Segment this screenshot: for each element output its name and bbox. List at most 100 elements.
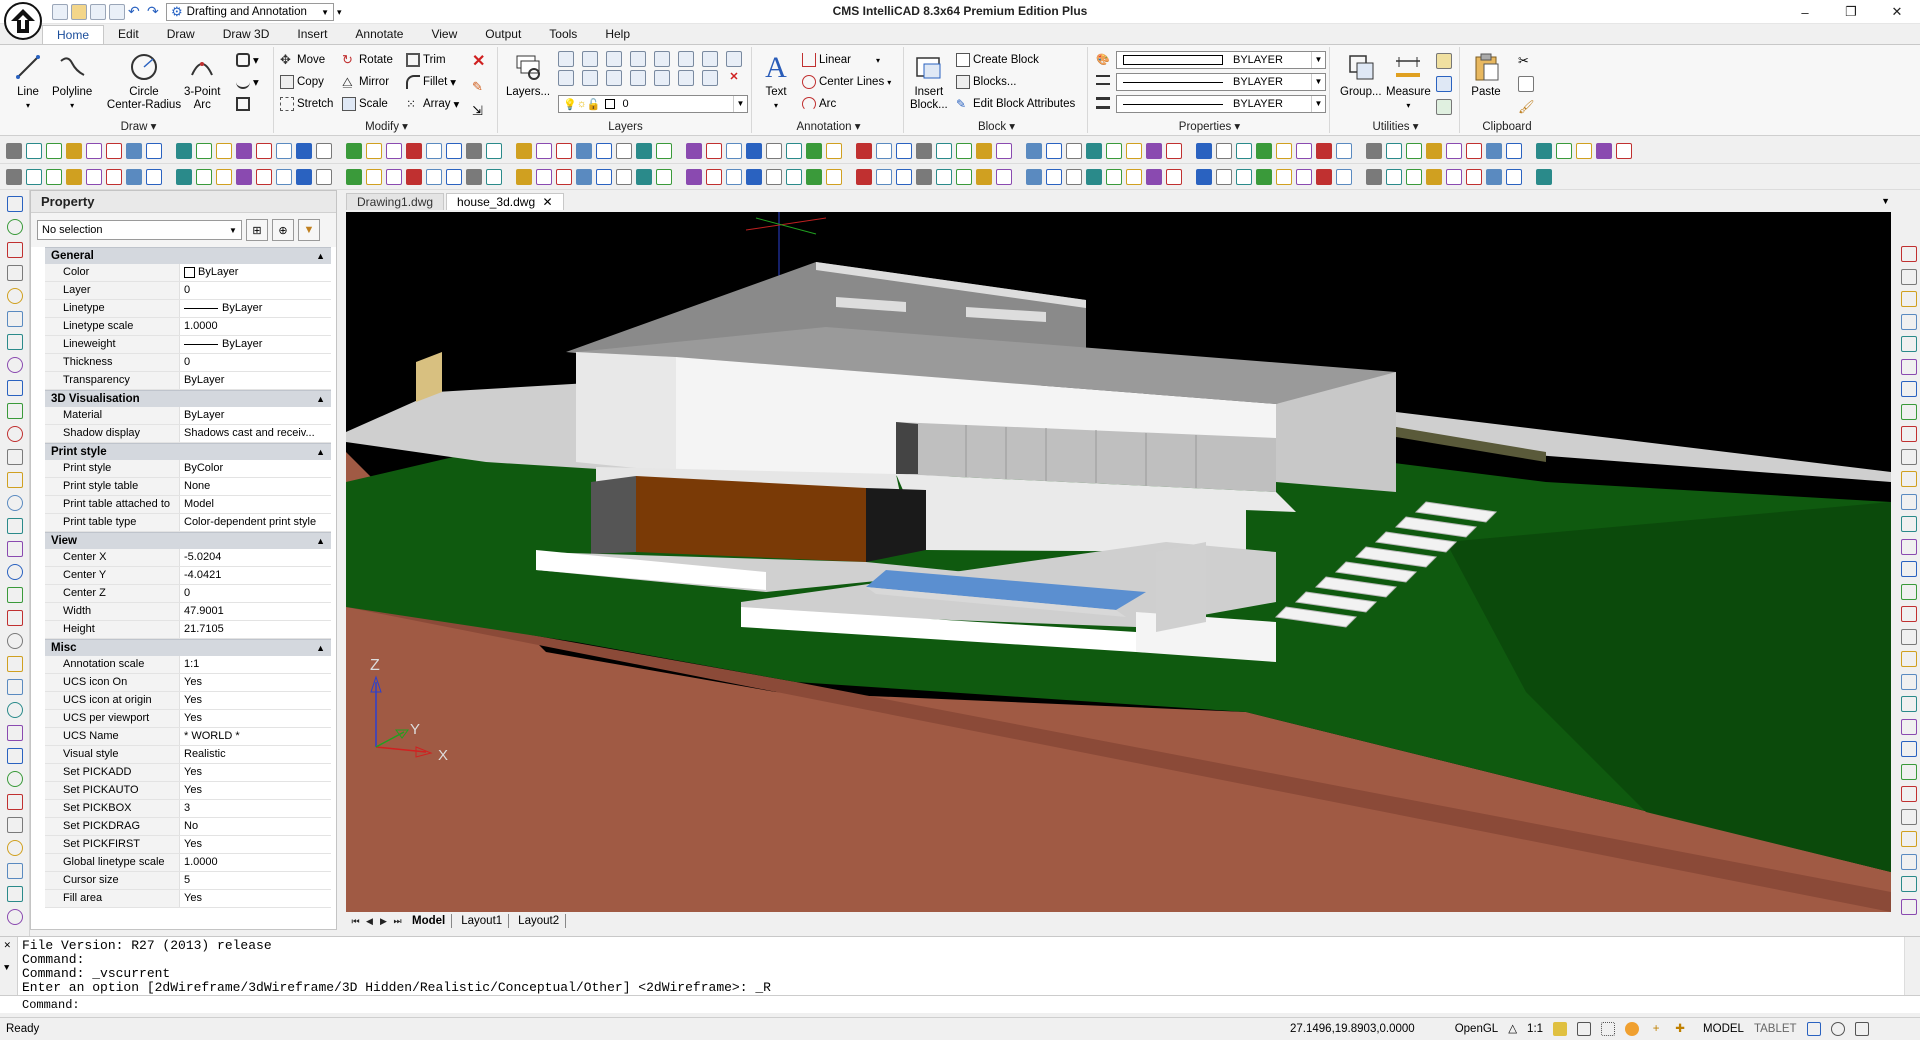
property-value[interactable]: 5 [180, 872, 331, 889]
block-icon[interactable] [1406, 168, 1422, 185]
dim-aligned-icon[interactable] [976, 168, 992, 185]
property-value[interactable]: Yes [180, 674, 331, 691]
zoom-icon[interactable] [1506, 168, 1522, 185]
property-row[interactable]: Global linetype scale 1.0000 [45, 854, 331, 872]
sphere-icon[interactable] [86, 142, 102, 159]
property-row[interactable]: Set PICKDRAG No [45, 818, 331, 836]
wedge-icon[interactable] [596, 142, 612, 159]
scale-icon[interactable] [1901, 403, 1917, 420]
property-value[interactable]: Yes [180, 710, 331, 727]
mirror-button[interactable]: ⧋ Mirror [342, 75, 389, 89]
property-value[interactable]: -4.0421 [180, 567, 331, 584]
shade-icon[interactable] [176, 142, 192, 159]
arc-icon[interactable] [7, 219, 23, 235]
stretch-icon[interactable] [1901, 426, 1917, 442]
tab-layout1[interactable]: Layout1 [455, 914, 510, 928]
command-input[interactable]: Command: [0, 995, 1920, 1013]
line-icon[interactable] [7, 886, 23, 902]
close-icon[interactable]: ✕ [4, 939, 11, 953]
torus-icon[interactable] [296, 142, 312, 159]
render-icon[interactable] [316, 168, 332, 185]
shade-icon[interactable] [746, 142, 762, 159]
property-value[interactable]: Yes [180, 836, 331, 853]
shade-icon[interactable] [1126, 142, 1142, 159]
property-row[interactable]: Set PICKAUTO Yes [45, 782, 331, 800]
workspace-icon[interactable] [1806, 1022, 1821, 1036]
layer-tool-icon[interactable] [558, 51, 574, 67]
cone-icon[interactable] [1556, 142, 1572, 159]
array-icon[interactable] [1901, 336, 1917, 352]
array-button[interactable]: ⁙ Array ▾ [406, 97, 459, 111]
dim-aligned-icon[interactable] [1166, 168, 1182, 185]
point-icon[interactable] [7, 426, 23, 442]
layer-tool-icon[interactable] [726, 51, 742, 67]
property-value[interactable]: Yes [180, 692, 331, 709]
zoom-icon[interactable] [746, 168, 762, 185]
trim-button[interactable]: Trim [406, 53, 446, 67]
property-value[interactable]: ByLayer [180, 300, 331, 317]
torus-icon[interactable] [106, 142, 122, 159]
tab-annotate[interactable]: Annotate [341, 25, 417, 44]
property-row[interactable]: UCS icon On Yes [45, 674, 331, 692]
ellipse-icon[interactable] [7, 656, 23, 672]
ellipse-icon[interactable] [7, 311, 23, 327]
property-value[interactable]: Shadows cast and receiv... [180, 425, 331, 442]
dim-linear-icon[interactable] [1336, 168, 1352, 185]
polyline-button[interactable]: Polyline ▾ [52, 51, 92, 112]
dim-linear-icon[interactable] [956, 168, 972, 185]
rotate-icon[interactable] [1901, 718, 1917, 735]
point-icon[interactable] [7, 771, 23, 787]
property-row[interactable]: Annotation scale 1:1 [45, 656, 331, 674]
tab-model[interactable]: Model [406, 914, 453, 928]
grid-icon[interactable] [1436, 76, 1452, 92]
layer-tool-icon[interactable] [678, 51, 694, 67]
layer-icon[interactable] [1046, 168, 1062, 185]
render-icon[interactable] [1066, 168, 1082, 185]
next-tab-icon[interactable]: ▶ [378, 916, 389, 927]
orbit-icon[interactable] [7, 518, 23, 534]
renderer-label[interactable]: OpenGL [1455, 1018, 1498, 1040]
offset-icon[interactable] [1901, 313, 1917, 330]
cone-icon[interactable] [996, 142, 1012, 159]
linetype-select[interactable]: BYLAYER ▼ [1116, 73, 1326, 91]
spline-icon[interactable] [7, 610, 23, 626]
layers-button[interactable]: Layers... [506, 51, 550, 99]
erase-icon[interactable] [1901, 583, 1917, 600]
tablet-toggle[interactable]: TABLET [1754, 1018, 1797, 1040]
mirror-icon[interactable] [1901, 291, 1917, 307]
property-row[interactable]: Visual style Realistic [45, 746, 331, 764]
layer-tool-icon[interactable] [606, 51, 622, 67]
osnap-icon[interactable] [516, 142, 532, 159]
block-icon[interactable] [846, 169, 852, 185]
arc-button[interactable]: 3-Point Arc [184, 51, 220, 112]
wedge-icon[interactable] [976, 142, 992, 159]
collapse-icon[interactable]: ▲ [316, 391, 325, 408]
chevron-down-icon[interactable]: ▼ [4, 961, 9, 975]
extend-icon[interactable] [1901, 471, 1917, 487]
osnap-icon[interactable] [1466, 142, 1482, 159]
prev-tab-icon[interactable]: ◀ [364, 916, 375, 927]
dim-aligned-icon[interactable] [1536, 168, 1552, 185]
region-icon[interactable] [7, 794, 23, 810]
wedge-icon[interactable] [786, 142, 802, 159]
measure-button[interactable]: Measure ▾ [1386, 51, 1431, 112]
rectangle-icon[interactable] [7, 334, 23, 350]
cylinder-icon[interactable] [256, 142, 272, 159]
property-row[interactable]: UCS per viewport Yes [45, 710, 331, 728]
torus-icon[interactable] [856, 142, 872, 159]
dim-aligned-icon[interactable] [1356, 169, 1362, 185]
hatch-icon[interactable] [7, 725, 23, 741]
text-button[interactable]: A Text ▾ [760, 51, 792, 112]
dim-angular-icon[interactable] [1366, 168, 1382, 185]
box-icon[interactable] [956, 142, 972, 159]
tab-insert[interactable]: Insert [283, 25, 341, 44]
dim-aligned-icon[interactable] [596, 168, 612, 185]
layer-tool-icon[interactable] [606, 70, 622, 86]
torus-icon[interactable] [486, 142, 502, 159]
tab-edit[interactable]: Edit [104, 25, 153, 44]
rotate-icon[interactable] [1901, 381, 1917, 397]
layer-icon[interactable] [296, 168, 312, 185]
render-icon[interactable] [876, 168, 892, 185]
dimension-icon[interactable] [1066, 142, 1082, 159]
property-row[interactable]: Width 47.9001 [45, 603, 331, 621]
